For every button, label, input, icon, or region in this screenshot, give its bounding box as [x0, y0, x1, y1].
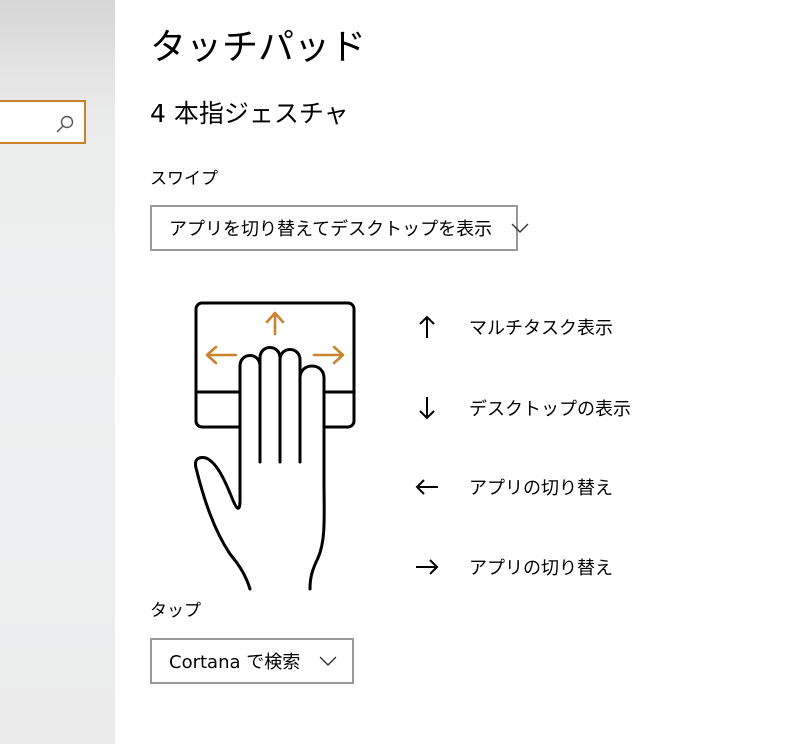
gesture-label: マルチタスク表示 — [469, 318, 613, 339]
swipe-dropdown-value: アプリを切り替えてデスクトップを表示 — [169, 219, 493, 240]
arrow-left-icon — [415, 479, 438, 495]
gesture-row-up: マルチタスク表示 — [412, 312, 613, 342]
arrow-right-icon — [416, 559, 439, 575]
swipe-label: スワイプ — [150, 169, 218, 189]
gesture-label: アプリの切り替え — [469, 558, 613, 579]
tap-label: タップ — [150, 601, 201, 621]
tap-dropdown[interactable]: Cortana で検索 — [150, 638, 354, 684]
gesture-row-left: アプリの切り替え — [412, 472, 613, 502]
touchpad-hand-illustration — [194, 301, 356, 591]
gesture-row-right: アプリの切り替え — [412, 552, 613, 582]
swipe-dropdown[interactable]: アプリを切り替えてデスクトップを表示 — [150, 205, 529, 251]
gesture-label: デスクトップの表示 — [469, 399, 631, 420]
section-title: 4 本指ジェスチャ — [150, 99, 349, 128]
arrow-down-icon — [419, 397, 435, 420]
main-content: タッチパッド 4 本指ジェスチャ スワイプ アプリを切り替えてデスクトップを表示… — [150, 0, 790, 744]
chevron-down-icon — [319, 656, 337, 666]
chevron-down-icon — [511, 223, 529, 233]
tap-dropdown-value: Cortana で検索 — [169, 652, 301, 673]
page-title: タッチパッド — [150, 27, 367, 68]
gesture-label: アプリの切り替え — [469, 478, 613, 499]
arrow-up-icon — [419, 315, 435, 338]
sidebar — [0, 0, 115, 744]
search-icon[interactable] — [54, 113, 76, 135]
search-box[interactable] — [0, 100, 86, 144]
gesture-row-down: デスクトップの表示 — [412, 393, 631, 423]
